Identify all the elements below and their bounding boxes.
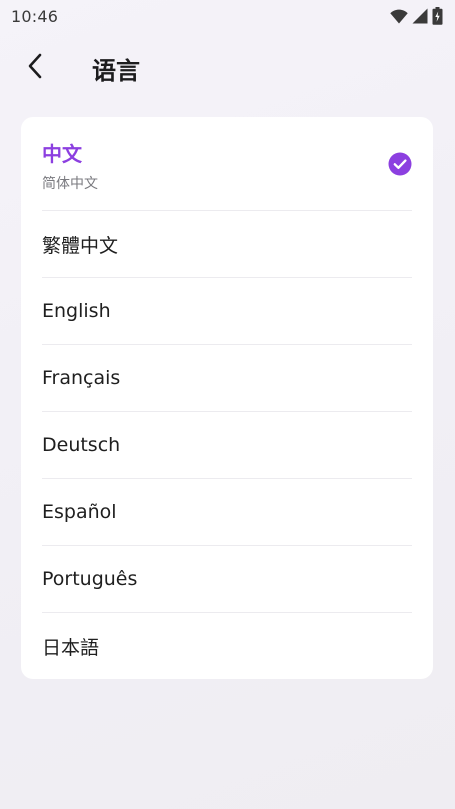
language-item-zh-hans[interactable]: 中文 简体中文 bbox=[42, 117, 412, 211]
back-button[interactable] bbox=[18, 51, 52, 85]
language-sublabel: 简体中文 bbox=[42, 176, 98, 192]
battery-icon bbox=[432, 7, 443, 25]
status-bar: 10:46 bbox=[0, 0, 455, 32]
page-title: 语言 bbox=[92, 56, 140, 85]
language-item-german[interactable]: Deutsch bbox=[42, 412, 412, 479]
check-circle-icon bbox=[388, 152, 412, 176]
language-item-zh-hant[interactable]: 繁體中文 bbox=[42, 211, 412, 278]
status-icons bbox=[390, 7, 443, 25]
language-card: 中文 简体中文 繁體中文 English Français Deutsch Es… bbox=[21, 117, 433, 679]
language-label: Deutsch bbox=[42, 434, 121, 456]
language-label: Português bbox=[42, 568, 138, 590]
header: 语言 bbox=[0, 40, 455, 96]
language-item-french[interactable]: Français bbox=[42, 345, 412, 412]
language-label: Español bbox=[42, 501, 117, 523]
language-list: 中文 简体中文 繁體中文 English Français Deutsch Es… bbox=[42, 117, 412, 679]
wifi-icon bbox=[390, 9, 408, 24]
language-item-english[interactable]: English bbox=[42, 278, 412, 345]
language-label: 中文 bbox=[42, 142, 82, 166]
language-label: Français bbox=[42, 367, 121, 389]
language-label: English bbox=[42, 300, 111, 322]
language-item-spanish[interactable]: Español bbox=[42, 479, 412, 546]
chevron-left-icon bbox=[27, 53, 43, 83]
language-item-japanese[interactable]: 日本語 bbox=[42, 613, 412, 679]
language-item-portuguese[interactable]: Português bbox=[42, 546, 412, 613]
status-time: 10:46 bbox=[11, 6, 59, 26]
language-label: 繁體中文 bbox=[42, 234, 119, 257]
signal-icon bbox=[412, 8, 428, 24]
language-label: 日本語 bbox=[42, 637, 100, 659]
